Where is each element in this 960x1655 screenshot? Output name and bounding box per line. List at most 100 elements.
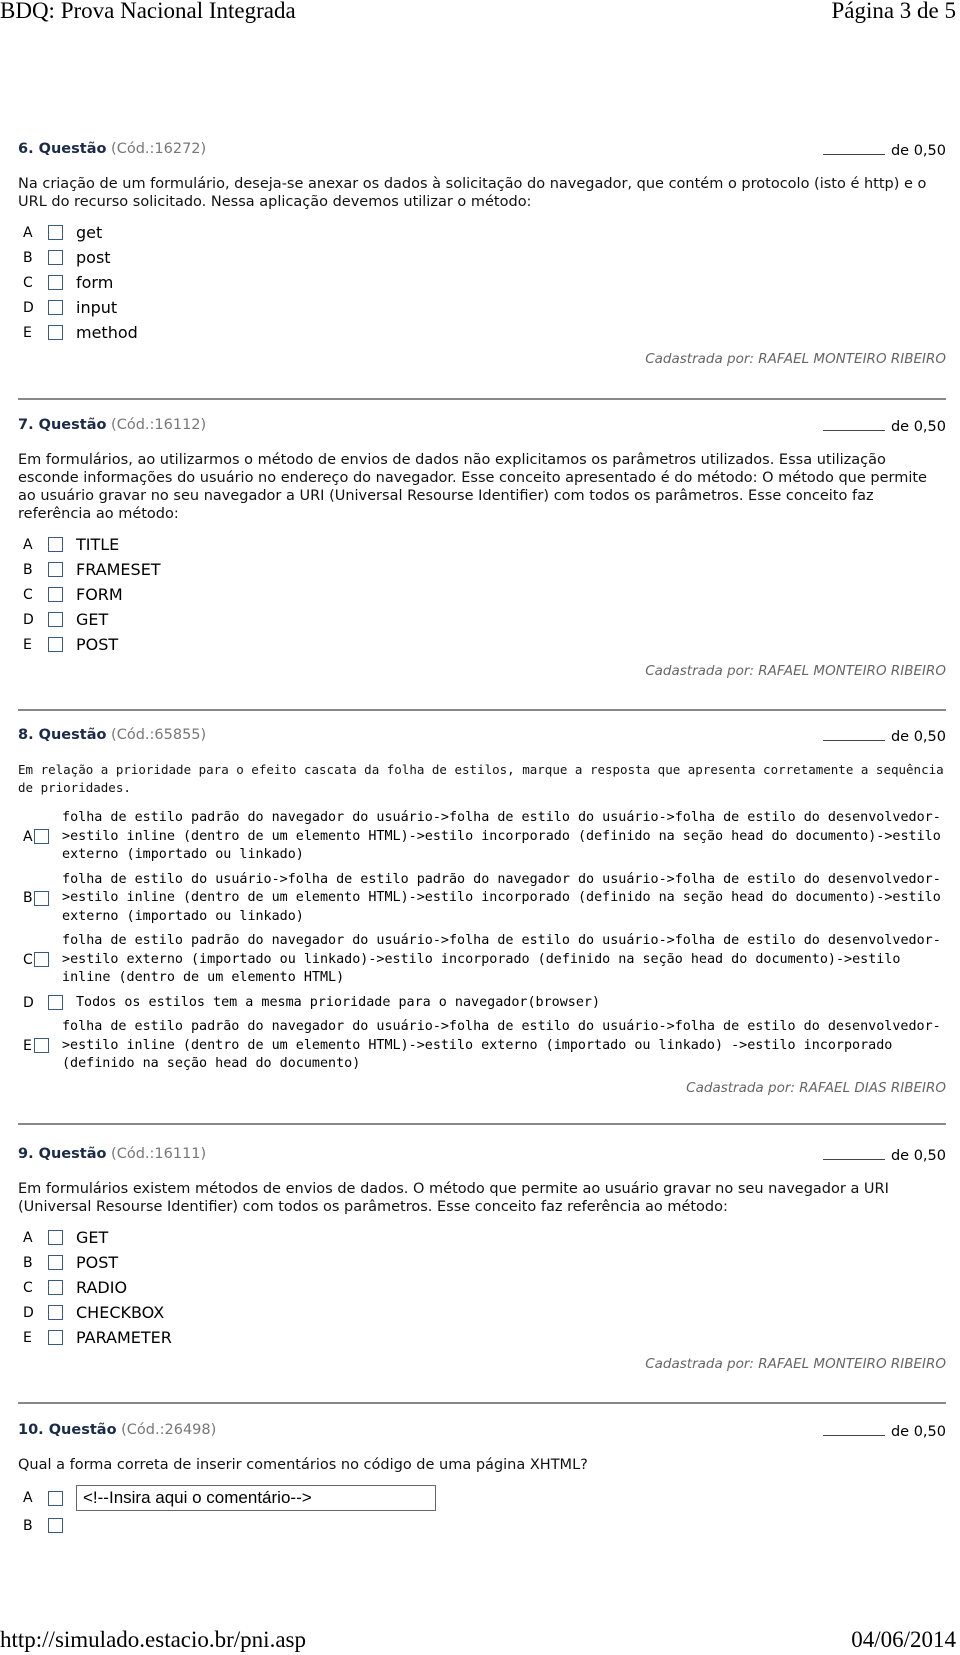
option-letter: D [23, 1304, 34, 1321]
option-checkbox[interactable] [48, 1305, 63, 1320]
options-list: A GET B POST C RADIO D CHECKBOX E PARAMETER [18, 1225, 946, 1350]
option-letter: B [23, 561, 33, 578]
option-d[interactable]: D GET [18, 607, 946, 632]
score-max: de 0,50 [890, 419, 946, 435]
option-text: POST [76, 635, 119, 654]
option-e[interactable]: Emethod [18, 320, 946, 345]
option-text: folha de estilo padrão do navegador do u… [62, 933, 941, 985]
option-letter: B [23, 249, 33, 266]
option-checkbox[interactable] [48, 562, 63, 577]
option-checkbox[interactable] [48, 1255, 63, 1270]
question-code: (Cód.:16111) [111, 1146, 207, 1162]
option-d[interactable]: Dinput [18, 295, 946, 320]
option-text: FRAMESET [76, 560, 161, 579]
option-text: form [76, 273, 114, 292]
option-letter: D [23, 611, 34, 628]
option-text: post [76, 248, 111, 267]
option-a[interactable]: A GET [18, 1225, 946, 1250]
score-field: de 0,50 [822, 1146, 946, 1164]
option-checkbox[interactable] [48, 1280, 63, 1295]
option-letter: C [23, 951, 33, 968]
question-number: 7. Questão [18, 417, 107, 433]
score-max: de 0,50 [890, 143, 946, 159]
score-blank [822, 1422, 885, 1436]
option-b[interactable]: Bfolha de estilo do usuário->folha de es… [18, 871, 946, 927]
option-checkbox[interactable] [48, 1518, 63, 1533]
option-text: GET [76, 610, 109, 629]
option-checkbox[interactable] [48, 612, 63, 627]
option-checkbox[interactable] [34, 952, 50, 968]
option-checkbox[interactable] [48, 1230, 63, 1245]
score-max: de 0,50 [890, 1424, 946, 1440]
option-a[interactable]: A TITLE [18, 532, 946, 557]
option-checkbox[interactable] [48, 1330, 63, 1345]
option-checkbox[interactable] [34, 829, 50, 845]
option-letter: A [23, 224, 33, 241]
score-field: de 0,50 [822, 417, 946, 435]
option-a[interactable]: A <!--Insira aqui o comentário--> [18, 1483, 946, 1513]
option-checkbox[interactable] [48, 1490, 63, 1506]
option-letter: B [23, 890, 33, 907]
option-c[interactable]: Cfolha de estilo padrão do navegador do … [18, 932, 946, 988]
options-list: Afolha de estilo padrão do navegador do … [18, 809, 946, 1074]
option-d[interactable]: D CHECKBOX [18, 1300, 946, 1325]
option-text: FORM [76, 585, 123, 604]
question-divider [18, 709, 946, 711]
question-number: 9. Questão [18, 1146, 107, 1162]
option-a[interactable]: Aget [18, 220, 946, 245]
option-letter: C [23, 274, 33, 291]
page-url: http://simulado.estacio.br/pni.asp [0, 1627, 306, 1652]
options-list: A TITLE B FRAMESET C FORM D GET E POST [18, 532, 946, 657]
option-checkbox[interactable] [34, 890, 50, 906]
question-text: Em formulários existem métodos de envios… [18, 1181, 889, 1215]
option-text: RADIO [76, 1278, 128, 1297]
option-text: method [76, 323, 138, 342]
option-checkbox[interactable] [48, 537, 63, 552]
option-b[interactable]: B POST [18, 1250, 946, 1275]
option-e[interactable]: E PARAMETER [18, 1325, 946, 1350]
option-e[interactable]: Efolha de estilo padrão do navegador do … [18, 1018, 946, 1074]
question-divider [18, 1402, 946, 1404]
option-text: folha de estilo do usuário->folha de est… [62, 871, 941, 924]
option-b[interactable]: Bpost [18, 245, 946, 270]
options-list: Aget Bpost Cform Dinput Emethod [18, 220, 946, 345]
question-code: (Cód.:65855) [111, 727, 207, 743]
option-checkbox[interactable] [48, 995, 63, 1011]
score-max: de 0,50 [890, 729, 946, 745]
option-checkbox[interactable] [33, 1038, 49, 1054]
option-letter: B [23, 1517, 33, 1534]
option-checkbox[interactable] [48, 275, 63, 290]
option-text: TITLE [76, 535, 120, 554]
question-6: 6. Questão (Cód.:16272) de 0,50 Na criaç… [18, 141, 946, 367]
question-divider [18, 1123, 946, 1125]
option-d[interactable]: D Todos os estilos tem a mesma prioridade… [18, 994, 946, 1013]
option-c[interactable]: C FORM [18, 582, 946, 607]
option-checkbox[interactable] [48, 300, 63, 315]
option-b[interactable]: B FRAMESET [18, 557, 946, 582]
question-number: 10. Questão [18, 1422, 117, 1438]
question-number: 8. Questão [18, 727, 107, 743]
score-max: de 0,50 [890, 1148, 946, 1164]
option-checkbox[interactable] [48, 637, 63, 652]
option-checkbox[interactable] [48, 250, 63, 265]
options-list: A <!--Insira aqui o comentário--> B [18, 1483, 946, 1538]
option-checkbox[interactable] [48, 325, 63, 340]
option-text: Todos os estilos tem a mesma prioridade … [76, 994, 601, 1010]
option-comment-box: <!--Insira aqui o comentário--> [76, 1485, 436, 1511]
question-7: 7. Questão (Cód.:16112) de 0,50 Em formu… [18, 417, 946, 679]
option-text: POST [76, 1253, 119, 1272]
document-title: BDQ: Prova Nacional Integrada [0, 0, 296, 23]
question-code: (Cód.:16112) [111, 417, 207, 433]
option-checkbox[interactable] [48, 587, 63, 602]
option-a[interactable]: Afolha de estilo padrão do navegador do … [18, 809, 946, 865]
option-c[interactable]: Cform [18, 270, 946, 295]
score-field: de 0,50 [822, 1422, 946, 1440]
option-b[interactable]: B [18, 1513, 946, 1538]
score-blank [822, 1146, 885, 1160]
option-checkbox[interactable] [48, 225, 63, 240]
page-footer: http://simulado.estacio.br/pni.asp 04/06… [0, 1627, 960, 1655]
option-c[interactable]: C RADIO [18, 1275, 946, 1300]
question-10: 10. Questão (Cód.:26498) de 0,50 Qual a … [18, 1422, 946, 1538]
option-e[interactable]: E POST [18, 632, 946, 657]
option-letter: C [23, 1279, 33, 1296]
